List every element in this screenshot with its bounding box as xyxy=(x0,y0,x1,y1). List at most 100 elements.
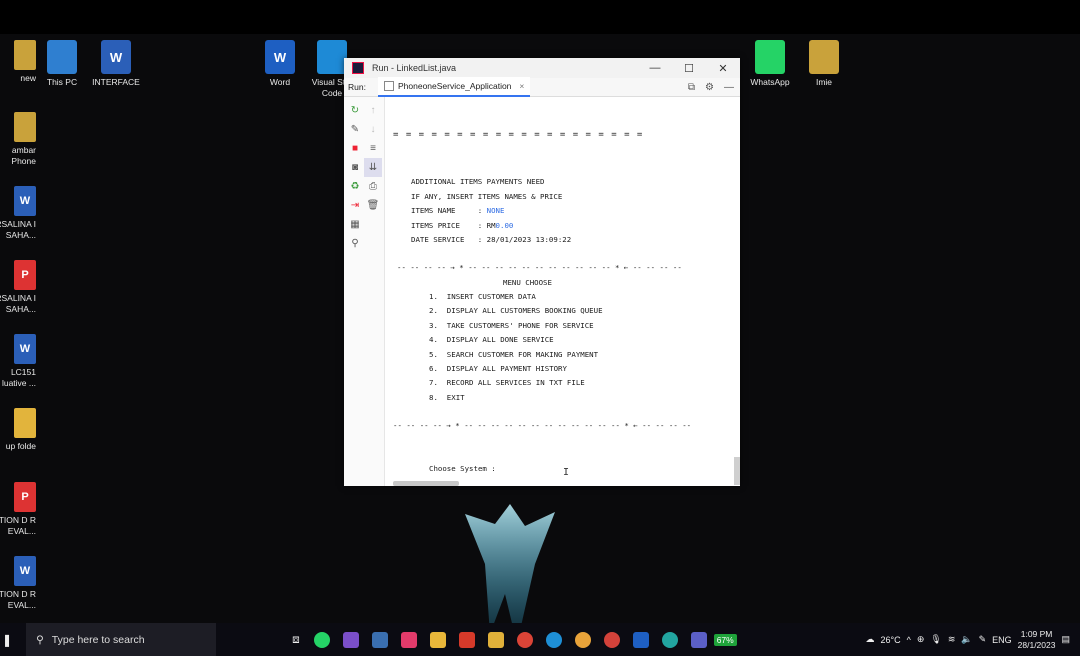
scroll-end-icon[interactable]: ⇊ xyxy=(364,158,382,177)
file-icon xyxy=(14,40,36,70)
restore-icon[interactable]: ♻ xyxy=(346,177,364,196)
wps-icon[interactable] xyxy=(459,631,476,648)
down-arrow-icon[interactable]: ↓ xyxy=(364,120,382,139)
weather-icon[interactable]: ☁ xyxy=(866,634,875,645)
app-icon xyxy=(755,40,785,74)
intellij-icon[interactable] xyxy=(401,631,418,648)
run-toolbar: Run: PhoneoneService_Application × ⧉ ⚙ — xyxy=(344,77,740,97)
language-indicator[interactable]: ENG xyxy=(992,635,1012,645)
desktop-icon[interactable]: This PC xyxy=(32,40,92,88)
tab-close-icon[interactable]: × xyxy=(519,81,524,91)
window-title: Run - LinkedList.java xyxy=(372,63,457,73)
clock-date: 28/1/2023 xyxy=(1017,639,1056,650)
gear-icon[interactable]: ⚙ xyxy=(705,82,714,93)
intellij-logo-icon xyxy=(352,62,364,74)
chrome-icon[interactable] xyxy=(517,631,534,648)
text-cursor-icon: I xyxy=(563,467,570,478)
maximize-button[interactable]: ☐ xyxy=(672,62,706,75)
taskbar-search[interactable]: ⚲ Type here to search xyxy=(26,623,217,656)
items-price-label: ITEMS PRICE : RM xyxy=(411,221,496,230)
wifi-icon[interactable]: ≋ xyxy=(948,634,956,645)
desktop-icon[interactable]: W INTERFACE xyxy=(86,40,146,88)
items-name-line: ITEMS NAME : NONE xyxy=(411,206,504,215)
layout-grid-icon[interactable]: ▦ xyxy=(346,215,364,234)
edge-alt-icon[interactable] xyxy=(662,631,679,648)
microphone-icon[interactable]: 🎙 xyxy=(930,634,941,645)
file-icon xyxy=(14,408,36,438)
trash-icon[interactable]: 🗑 xyxy=(364,196,382,215)
system-tray: ☁ 26°C ^ ⊕ 🎙 ≋ 🔈 ✎ ENG 1:09 PM 28/1/2023… xyxy=(866,629,1080,651)
vertical-scrollbar[interactable] xyxy=(734,457,740,485)
desktop-icon[interactable]: ambar Phone xyxy=(0,112,36,167)
rerun-icon[interactable]: ↻ xyxy=(346,101,364,120)
desktop-icon[interactable]: P TION D R EVAL... xyxy=(0,482,36,537)
minimize-button[interactable]: — xyxy=(638,62,672,74)
stop-icon[interactable]: ■ xyxy=(346,139,364,158)
volume-icon[interactable]: 🔈 xyxy=(961,634,972,645)
whatsapp-icon[interactable] xyxy=(314,631,331,648)
horizontal-scrollbar[interactable] xyxy=(393,481,459,486)
wallpaper-glow xyxy=(465,504,555,623)
desktop-icon[interactable]: W LC151 luative ... xyxy=(0,334,36,389)
hide-icon[interactable]: — xyxy=(724,82,734,93)
desktop-icon[interactable]: new xyxy=(0,40,36,84)
chrome-alt-icon[interactable] xyxy=(604,631,621,648)
console-output[interactable]: = = = = = = = = = = = = = = = = = = = = … xyxy=(385,97,740,486)
desktop-icon[interactable]: W TION D R EVAL... xyxy=(0,556,36,611)
clock[interactable]: 1:09 PM 28/1/2023 xyxy=(1018,629,1056,651)
desktop-icon[interactable]: P RSALINA I SAHA... xyxy=(0,260,36,315)
items-name-value: NONE xyxy=(486,206,505,215)
run-tool-gutter: ↻ ✎ ■ ◙ ♻ ⇥ ▦ ⚲ ↑ ↓ ≡ ⇊ ⎙ 🗑 xyxy=(344,97,385,486)
wrench-icon[interactable]: ✎ xyxy=(346,120,364,139)
pen-icon[interactable]: ✎ xyxy=(979,634,987,645)
chevron-up-icon[interactable]: ^ xyxy=(907,635,911,645)
window-titlebar[interactable]: Run - LinkedList.java — ☐ ✕ xyxy=(344,58,740,78)
tab-run-config[interactable]: PhoneoneService_Application × xyxy=(378,77,531,97)
insert-prompt: IF ANY, INSERT ITEMS NAMES & PRICE xyxy=(411,192,563,201)
close-button[interactable]: ✕ xyxy=(706,62,740,75)
desktop-icon-label: This PC xyxy=(46,77,78,87)
menu-item: 6. DISPLAY ALL PAYMENT HISTORY xyxy=(429,364,567,373)
camera-icon[interactable]: ◙ xyxy=(346,158,364,177)
visual-studio-icon[interactable] xyxy=(343,631,360,648)
layout-icon[interactable]: ⧉ xyxy=(688,82,695,93)
divider-1: -- -- -- -- → * -- -- -- -- -- -- -- -- … xyxy=(397,263,682,272)
desktop-icon[interactable]: Imie xyxy=(794,40,854,88)
print-icon[interactable]: ⎙ xyxy=(364,177,382,196)
notification-icon[interactable]: ▤ xyxy=(1061,634,1070,645)
file-explorer-icon[interactable] xyxy=(430,631,447,648)
battery-indicator[interactable]: 67% xyxy=(713,633,737,646)
up-arrow-icon[interactable]: ↑ xyxy=(364,101,382,120)
app-icon: W xyxy=(101,40,131,74)
teams-icon[interactable] xyxy=(372,631,389,648)
desktop-icon[interactable]: WhatsApp xyxy=(740,40,800,88)
additional-heading: ADDITIONAL ITEMS PAYMENTS NEED xyxy=(411,177,545,186)
file-icon xyxy=(14,112,36,142)
separator-top: = = = = = = = = = = = = = = = = = = = = xyxy=(393,130,644,140)
menu-item: 4. DISPLAY ALL DONE SERVICE xyxy=(429,335,554,345)
desktop-icon[interactable]: up folde xyxy=(0,408,36,452)
desktop-icon-label: TION D R EVAL... xyxy=(0,589,36,610)
desktop-icon-label: LC151 luative ... xyxy=(1,367,36,388)
items-price-line: ITEMS PRICE : RM0.00 xyxy=(411,221,513,230)
chrome-profile-icon[interactable] xyxy=(575,631,592,648)
app-icon[interactable] xyxy=(488,631,505,648)
word-icon[interactable] xyxy=(633,631,650,648)
file-icon: W xyxy=(14,556,36,586)
weather-temp[interactable]: 26°C xyxy=(881,635,901,645)
soft-wrap-icon[interactable]: ≡ xyxy=(364,139,382,158)
run-window[interactable]: Run - LinkedList.java — ☐ ✕ Run: Phoneon… xyxy=(344,58,740,486)
file-icon: P xyxy=(14,260,36,290)
desktop-icon[interactable]: W RSALINA I SAHA... xyxy=(0,186,36,241)
clock-time: 1:09 PM xyxy=(1020,628,1053,639)
run-label: Run: xyxy=(348,82,366,92)
desktop-icon[interactable]: W Word xyxy=(250,40,310,88)
task-view-icon[interactable]: ⧈ xyxy=(292,632,300,647)
pin-icon[interactable]: ⚲ xyxy=(346,234,364,253)
edge-icon[interactable] xyxy=(546,631,563,648)
teams-alt-icon[interactable] xyxy=(691,631,708,648)
tray-app-icon[interactable]: ⊕ xyxy=(917,634,925,645)
choose-prompt: Choose System : xyxy=(429,464,496,473)
exit-icon[interactable]: ⇥ xyxy=(346,196,364,215)
start-button[interactable]: ❚ xyxy=(2,633,12,647)
